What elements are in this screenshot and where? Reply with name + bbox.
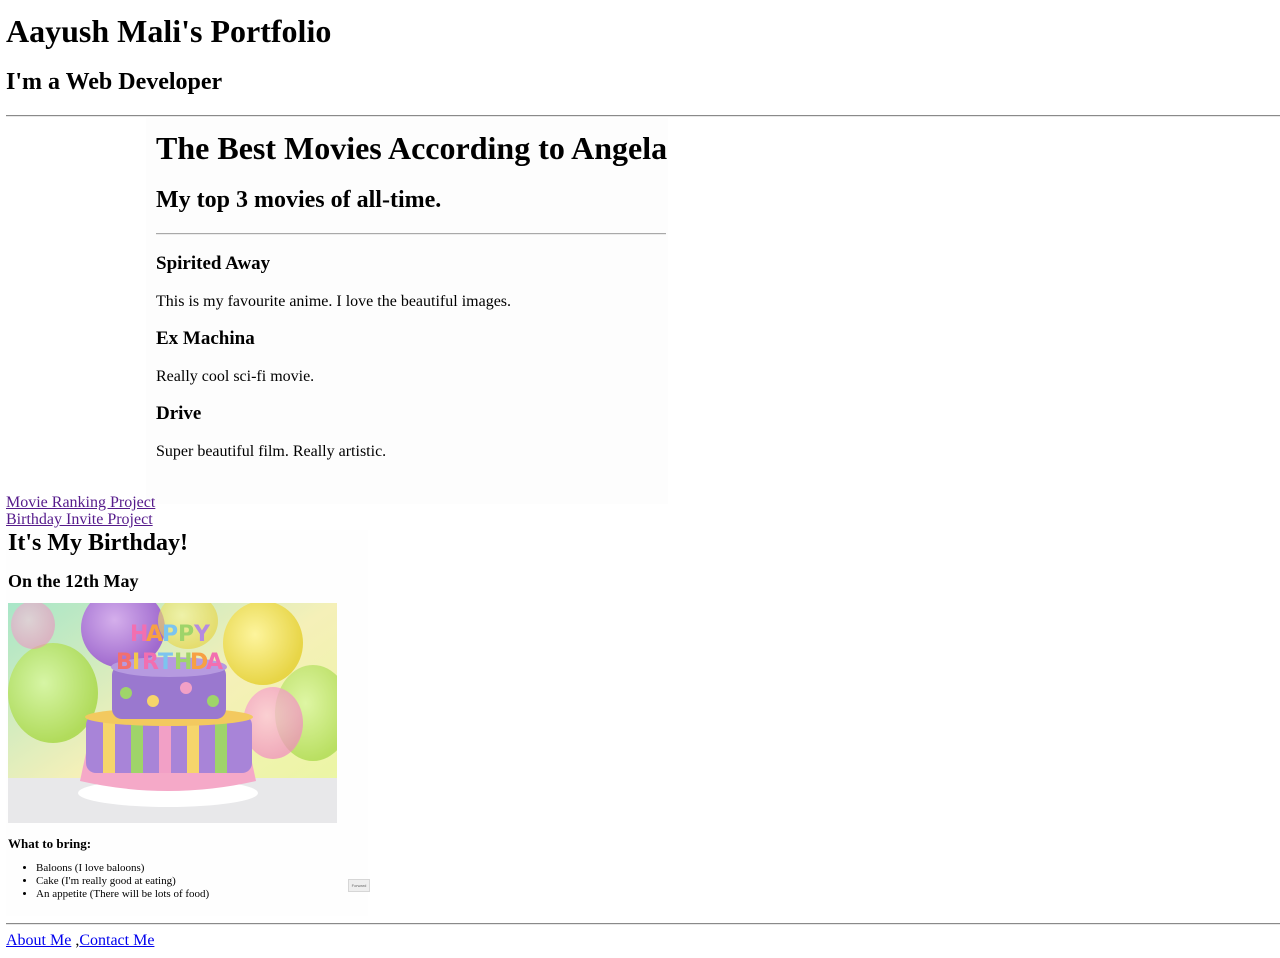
movie-title-2: Ex Machina xyxy=(156,328,255,349)
forward-button[interactable]: Forward xyxy=(348,879,370,892)
about-me-link[interactable]: About Me xyxy=(6,932,71,949)
movie-ranking-project-link[interactable]: Movie Ranking Project xyxy=(6,494,155,512)
movie-title-1: Spirited Away xyxy=(156,253,271,274)
svg-text:T: T xyxy=(158,650,173,675)
contact-me-link[interactable]: Contact Me xyxy=(79,932,154,949)
birthday-invite-project-link[interactable]: Birthday Invite Project xyxy=(6,511,153,529)
movie-ranking-frame[interactable]: The Best Movies According to Angela My t… xyxy=(146,118,668,504)
page-title: Aayush Mali's Portfolio xyxy=(6,13,332,49)
movie-description-1: This is my favourite anime. I love the b… xyxy=(156,293,512,310)
birthday-invite-frame[interactable]: It's My Birthday! On the 12th May H A P … xyxy=(6,530,370,916)
movie-page-title: The Best Movies According to Angela xyxy=(156,130,668,166)
movie-title-3: Drive xyxy=(156,403,202,424)
footer-links: About Me ,Contact Me xyxy=(6,932,154,950)
movie-description-3: Super beautiful film. Really artistic. xyxy=(156,443,387,460)
svg-text:P: P xyxy=(162,622,178,647)
movie-divider xyxy=(156,233,666,235)
list-item: Cake (I'm really good at eating) xyxy=(36,875,209,888)
svg-text:R: R xyxy=(142,650,159,675)
svg-text:B: B xyxy=(116,650,133,675)
birthday-date: On the 12th May xyxy=(8,571,139,591)
movie-description-2: Really cool sci-fi movie. xyxy=(156,368,315,385)
svg-text:P: P xyxy=(178,622,194,647)
bottom-divider xyxy=(6,923,1280,925)
page-subtitle: I'm a Web Developer xyxy=(6,69,223,95)
movie-page-subtitle: My top 3 movies of all-time. xyxy=(156,187,442,213)
what-to-bring-heading: What to bring: xyxy=(8,836,92,851)
list-item: An appetite (There will be lots of food) xyxy=(36,888,209,901)
svg-text:I: I xyxy=(132,650,140,675)
svg-text:Y: Y xyxy=(193,622,211,647)
list-item: Baloons (I love baloons) xyxy=(36,862,209,875)
svg-text:A: A xyxy=(206,650,223,675)
birthday-title: It's My Birthday! xyxy=(8,530,188,556)
top-divider xyxy=(6,115,1280,117)
svg-text:A: A xyxy=(146,622,163,647)
birthday-cake-image: H A P P Y B I R T H D A xyxy=(8,603,337,823)
what-to-bring-list: Baloons (I love baloons) Cake (I'm reall… xyxy=(8,862,209,901)
